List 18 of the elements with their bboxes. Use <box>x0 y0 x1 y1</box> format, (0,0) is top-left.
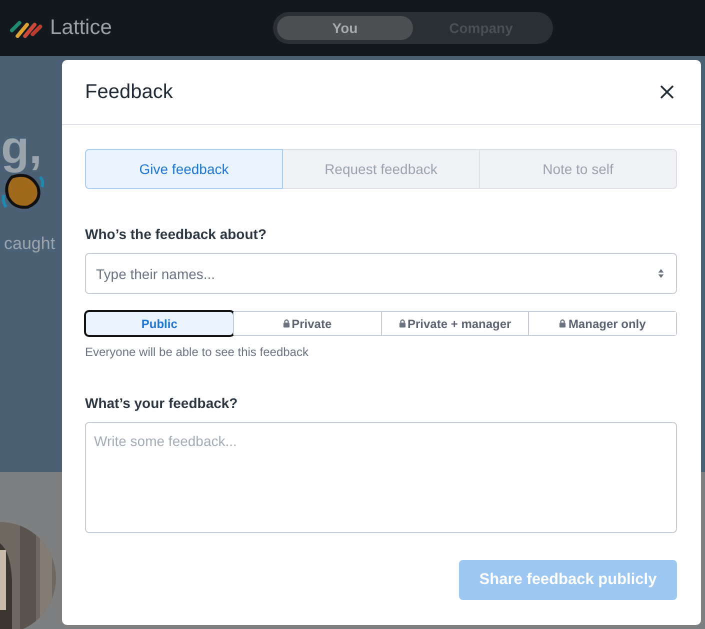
visibility-option[interactable]: Public <box>86 312 233 335</box>
app-name: Lattice <box>50 16 112 40</box>
feedback-field[interactable]: Write some feedback... <box>85 422 677 533</box>
visibility-option[interactable]: Manager only <box>528 312 676 335</box>
feedback-tab[interactable]: Note to self <box>480 149 677 189</box>
dialog-title: Feedback <box>85 80 173 104</box>
close-icon[interactable] <box>660 85 674 99</box>
logo-icon <box>10 18 44 38</box>
visibility-hint: Everyone will be able to see this feedback <box>85 345 310 359</box>
field-label: What’s your feedback? <box>85 395 239 411</box>
intro-text: caught <box>4 234 56 254</box>
feedback-tab[interactable]: Request feedback <box>283 149 480 189</box>
feedback-tab[interactable]: Give feedback <box>85 149 283 189</box>
recipient-field[interactable]: Type their names... <box>85 253 677 294</box>
field-label: Who’s the feedback about? <box>85 226 268 242</box>
sort-arrows-icon <box>658 269 664 278</box>
heading-text: g, <box>1 120 42 174</box>
view-switch-option[interactable]: You <box>277 16 413 40</box>
